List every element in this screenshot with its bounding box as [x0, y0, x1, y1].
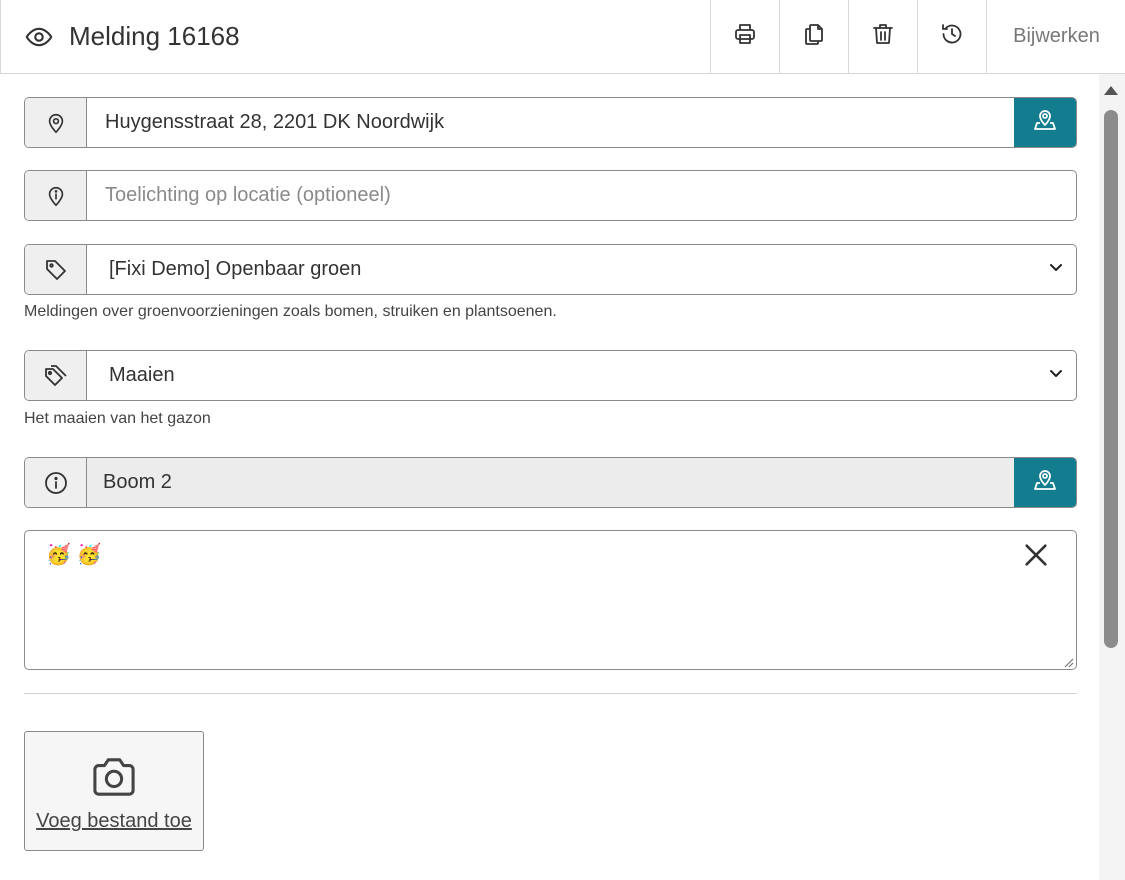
delete-button[interactable]: [848, 0, 917, 73]
copy-icon: [802, 22, 826, 51]
description-textarea[interactable]: 🥳 🥳: [24, 530, 1077, 670]
add-file-button[interactable]: Voeg bestand toe: [24, 731, 204, 851]
chevron-down-icon: [1048, 364, 1064, 387]
page-title: Melding 16168: [69, 21, 240, 51]
category-select[interactable]: [Fixi Demo] Openbaar groen: [87, 245, 1076, 294]
tag-icon: [25, 245, 87, 294]
info-circle-icon: [25, 458, 87, 507]
map-marker-icon: [1033, 468, 1057, 497]
title-wrap: Melding 16168: [25, 0, 240, 73]
address-input[interactable]: Huygensstraat 28, 2201 DK Noordwijk: [87, 98, 1014, 147]
object-input: Boom 2: [87, 458, 1014, 507]
object-map-button[interactable]: [1014, 458, 1076, 507]
map-marker-icon: [1033, 108, 1057, 137]
trash-icon: [871, 22, 895, 51]
chevron-down-icon: [1048, 258, 1064, 281]
header-bar: Melding 16168 Bijwerken: [0, 0, 1125, 74]
subcategory-help-text: Het maaien van het gazon: [24, 410, 211, 427]
update-button[interactable]: Bijwerken: [986, 0, 1125, 73]
category-group: [Fixi Demo] Openbaar groen: [24, 244, 1077, 295]
camera-icon: [91, 756, 137, 798]
subcategory-select-value: Maaien: [109, 364, 175, 386]
tags-icon: [25, 351, 87, 400]
eye-icon[interactable]: [25, 23, 53, 51]
resize-grip-icon[interactable]: [1062, 655, 1074, 668]
copy-button[interactable]: [779, 0, 848, 73]
address-group: Huygensstraat 28, 2201 DK Noordwijk: [24, 97, 1077, 148]
address-map-button[interactable]: [1014, 98, 1076, 147]
info-pin-icon: [25, 171, 87, 220]
history-button[interactable]: [917, 0, 986, 73]
location-pin-icon: [25, 98, 87, 147]
object-group: Boom 2: [24, 457, 1077, 508]
close-icon[interactable]: [1022, 541, 1050, 569]
print-icon: [733, 22, 757, 51]
print-button[interactable]: [710, 0, 779, 73]
history-icon: [940, 22, 964, 51]
description-text: 🥳 🥳: [46, 544, 102, 566]
location-note-group: Toelichting op locatie (optioneel): [24, 170, 1077, 221]
subcategory-group: Maaien: [24, 350, 1077, 401]
subcategory-select[interactable]: Maaien: [87, 351, 1076, 400]
scroll-up-arrow-icon[interactable]: [1104, 86, 1118, 95]
location-note-input[interactable]: Toelichting op locatie (optioneel): [87, 171, 1076, 220]
category-select-value: [Fixi Demo] Openbaar groen: [109, 258, 362, 280]
add-file-label: Voeg bestand toe: [36, 810, 192, 832]
category-help-text: Meldingen over groenvoorzieningen zoals …: [24, 303, 557, 320]
scrollbar-thumb[interactable]: [1104, 110, 1118, 648]
divider: [24, 693, 1077, 694]
